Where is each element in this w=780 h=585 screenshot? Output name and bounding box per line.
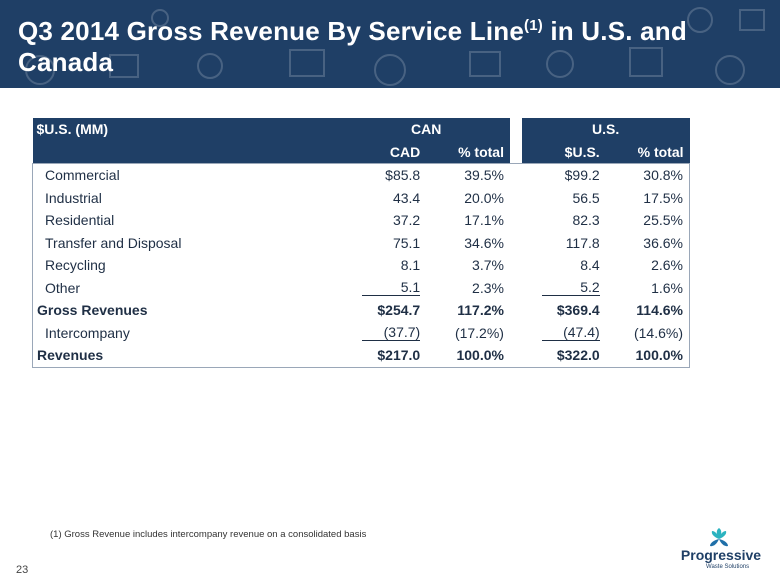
header-label: $U.S. (MM)	[32, 118, 343, 141]
table-row: Commercial $85.8 39.5% $99.2 30.8%	[33, 163, 690, 187]
row-gap	[509, 344, 522, 367]
row-can-value: 37.2	[392, 212, 421, 229]
row-us-pct: 25.5%	[643, 212, 683, 229]
row-can-value: 43.4	[392, 189, 421, 206]
row-us-pct: 1.6%	[651, 279, 683, 296]
row-can-pct: 3.7%	[472, 257, 504, 274]
row-can-value: $85.8	[385, 167, 421, 184]
row-gap	[509, 321, 522, 344]
row-can-pct: 117.2%	[457, 302, 504, 319]
row-gap	[509, 186, 522, 209]
row-us-value: $369.4	[556, 302, 600, 319]
row-can-pct: (17.2%)	[454, 324, 504, 341]
row-gap	[509, 254, 522, 277]
subheader-blank	[32, 140, 343, 164]
row-us-value: $99.2	[564, 167, 600, 184]
row-can-pct: 100.0%	[456, 347, 504, 364]
row-can-pct: 17.1%	[464, 212, 504, 229]
row-us-value: $322.0	[556, 347, 600, 364]
group-us: U.S.	[521, 118, 690, 141]
row-name: Recycling	[45, 257, 106, 274]
row-name: Transfer and Disposal	[45, 234, 182, 251]
row-can-pct: 2.3%	[472, 279, 504, 296]
row-us-pct: (14.6%)	[633, 324, 683, 341]
company-logo: Progressive Waste Solutions	[676, 528, 766, 574]
row-name: Other	[45, 279, 81, 296]
table-row: Intercompany (37.7) (17.2%) (47.4) (14.6%)	[33, 321, 690, 345]
row-gap	[509, 276, 522, 299]
revenue-table: $U.S. (MM) CAN U.S. CAD % total $U.S. % …	[32, 118, 690, 368]
subheader-usd: $U.S.	[521, 140, 606, 164]
row-can-pct: 34.6%	[464, 234, 504, 251]
row-us-value: 56.5	[572, 189, 600, 206]
row-gap	[509, 299, 522, 322]
row-gap	[509, 163, 522, 187]
row-can-value: $217.0	[377, 347, 421, 364]
row-us-value: 8.4	[580, 257, 600, 274]
table-body: Commercial $85.8 39.5% $99.2 30.8% Industrial…	[32, 163, 690, 367]
row-us-pct: 100.0%	[635, 347, 683, 364]
row-can-value: $254.7	[377, 302, 421, 319]
title-footnote-ref: (1)	[524, 17, 543, 34]
row-name: Gross Revenues	[37, 302, 148, 319]
row-name: Industrial	[45, 189, 102, 206]
row-can-pct: 39.5%	[464, 167, 504, 184]
row-us-pct: 17.5%	[643, 189, 683, 206]
table-row: Other 5.1 2.3% 5.2 1.6%	[33, 276, 690, 300]
row-can-value-underlined: 5.1	[362, 279, 421, 297]
row-name: Intercompany	[45, 324, 130, 341]
page-title: Q3 2014 Gross Revenue By Service Line(1)…	[18, 16, 780, 78]
row-us-pct: 36.6%	[643, 234, 683, 251]
row-gap	[509, 209, 522, 232]
row-us-pct: 2.6%	[651, 257, 683, 274]
table-row: Transfer and Disposal 75.1 34.6% 117.8 36.6%	[33, 231, 690, 254]
title-banner: Q3 2014 Gross Revenue By Service Line(1)…	[0, 0, 780, 88]
row-us-value: 82.3	[572, 212, 600, 229]
row-can-value-underlined: (37.7)	[362, 324, 421, 342]
row-us-value-underlined: 5.2	[541, 279, 600, 297]
subheader-can-pct: % total	[426, 140, 510, 164]
group-can: CAN	[342, 118, 510, 141]
row-us-value: (47.4)	[522, 322, 606, 345]
row-us-value-underlined: (47.4)	[541, 324, 600, 342]
header-gap	[509, 118, 522, 141]
row-can-value: (37.7)	[342, 322, 426, 345]
title-main: Q3 2014 Gross Revenue By Service Line	[18, 16, 524, 46]
row-name: Revenues	[37, 347, 104, 364]
table-row: Recycling 8.1 3.7% 8.4 2.6%	[33, 254, 690, 277]
page-number: 23	[16, 564, 29, 576]
table-row: Revenues $217.0 100.0% $322.0 100.0%	[33, 344, 690, 367]
subheader-cad: CAD	[342, 140, 427, 164]
row-gap	[509, 231, 522, 254]
footnote: (1) Gross Revenue includes intercompany …	[50, 529, 367, 540]
row-us-pct: 114.6%	[636, 302, 683, 319]
row-us-pct: 30.8%	[643, 167, 683, 184]
row-can-pct: 20.0%	[464, 189, 504, 206]
subheader-us-pct: % total	[605, 140, 690, 164]
row-us-value: 117.8	[565, 234, 600, 251]
table-row: Residential 37.2 17.1% 82.3 25.5%	[33, 209, 690, 232]
logo-subtitle: Waste Solutions	[706, 564, 750, 570]
table-row: Industrial 43.4 20.0% 56.5 17.5%	[33, 186, 690, 209]
row-name: Commercial	[45, 167, 120, 184]
row-can-value: 8.1	[400, 257, 421, 274]
row-name: Residential	[45, 212, 115, 229]
row-can-value: 75.1	[392, 234, 421, 251]
row-us-value: 5.2	[522, 277, 606, 300]
row-can-value: 5.1	[342, 277, 426, 300]
table-row: Gross Revenues $254.7 117.2% $369.4 114.6%	[33, 299, 690, 322]
logo-wordmark: Progressive	[680, 547, 762, 563]
subheader-gap	[509, 140, 522, 164]
